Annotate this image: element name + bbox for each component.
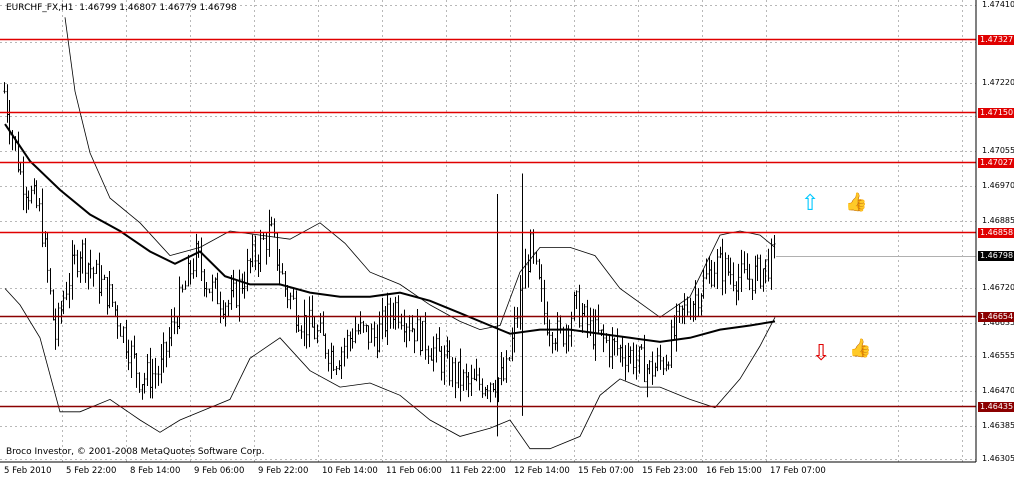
level-line-price-tag: 1.47327 [978,34,1014,45]
price-axis-label: 1.46720 [982,283,1014,293]
price-axis-label: 1.46970 [982,180,1014,190]
time-axis-label: 10 Feb 14:00 [322,466,378,476]
time-axis-label: 15 Feb 07:00 [578,466,634,476]
price-axis-label: 1.47055 [982,145,1014,155]
time-axis-label: 9 Feb 22:00 [258,466,309,476]
price-axis-label: 1.47220 [982,78,1014,88]
price-axis-label: 1.46555 [982,351,1014,361]
time-axis-label: 5 Feb 2010 [4,466,52,476]
time-axis-label: 16 Feb 15:00 [706,466,762,476]
thumbs-up-icon: 👍 [845,192,868,213]
time-axis-label: 9 Feb 06:00 [194,466,245,476]
up-arrow-icon: ⇧ [801,191,820,216]
price-axis-label: 1.46305 [982,454,1014,463]
level-line-price-tag: 1.46654 [978,311,1014,322]
price-bars [3,82,776,437]
chart-window[interactable]: EURCHF_FX,H1 1.46799 1.46807 1.46779 1.4… [0,0,1014,479]
price-axis-label: 1.46385 [982,421,1014,431]
level-line-price-tag: 1.46858 [978,227,1014,238]
time-axis-label: 17 Feb 07:00 [770,466,826,476]
thumbs-icon: 👍 [849,338,872,359]
time-axis-label: 5 Feb 22:00 [66,466,117,476]
current-price-tag: 1.46798 [978,251,1014,262]
level-line-price-tag: 1.46435 [978,401,1014,412]
bollinger-upper-band [64,17,776,331]
price-axis-label: 1.46470 [982,386,1014,396]
price-axis-label: 1.46885 [982,215,1014,225]
copyright-text: Broco Investor, © 2001-2008 MetaQuotes S… [6,447,265,457]
time-axis-label: 11 Feb 22:00 [450,466,506,476]
time-axis-label: 12 Feb 14:00 [514,466,570,476]
chart-header: EURCHF_FX,H1 1.46799 1.46807 1.46779 1.4… [6,3,237,13]
level-line-price-tag: 1.47027 [978,157,1014,168]
price-chart[interactable] [0,0,1014,479]
time-axis-label: 8 Feb 14:00 [130,466,181,476]
down-arrow-icon: ⇩ [812,341,831,366]
level-line-price-tag: 1.47150 [978,107,1014,118]
price-axis-label: 1.47410 [982,0,1014,9]
time-axis-label: 11 Feb 06:00 [386,466,442,476]
time-axis-label: 15 Feb 23:00 [642,466,698,476]
